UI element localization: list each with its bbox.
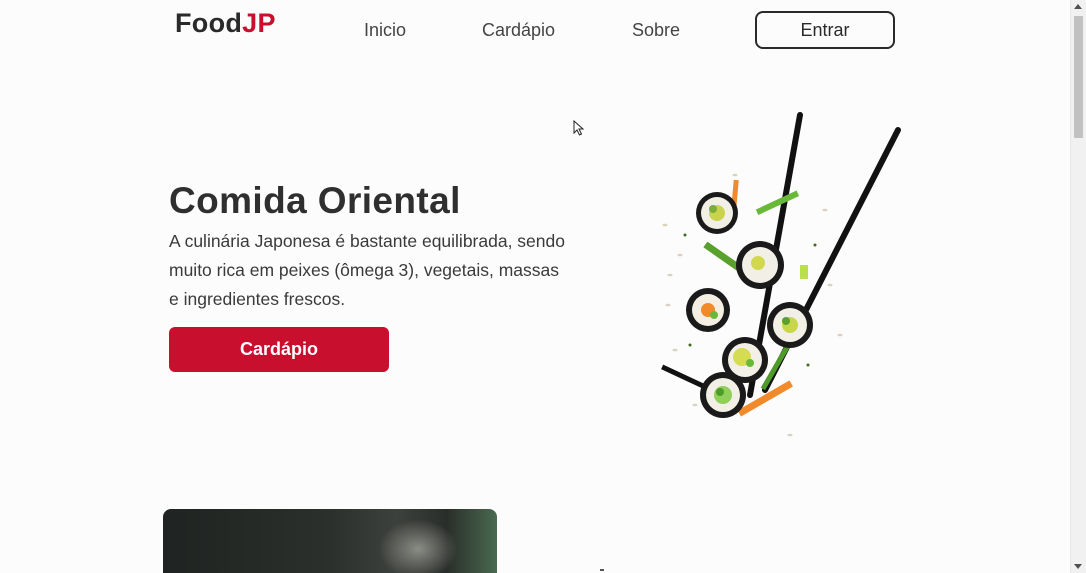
scroll-down-arrow-icon[interactable] <box>1074 564 1082 569</box>
logo[interactable]: FoodJP <box>175 8 276 39</box>
logo-main: Food <box>175 8 243 38</box>
about-photo <box>163 509 497 573</box>
hero-title: Comida Oriental <box>169 180 461 221</box>
nav-link-sobre[interactable]: Sobre <box>632 20 680 41</box>
logo-accent: JP <box>242 8 276 38</box>
menu-cta-button[interactable]: Cardápio <box>169 327 389 372</box>
nav-link-inicio[interactable]: Inicio <box>364 20 406 41</box>
page: FoodJP Inicio Cardápio Sobre Entrar Comi… <box>0 0 1086 573</box>
scrollbar[interactable] <box>1070 0 1086 573</box>
nav-link-cardapio[interactable]: Cardápio <box>482 20 555 41</box>
mouse-cursor-icon <box>573 120 585 136</box>
scrollbar-thumb[interactable] <box>1074 16 1083 138</box>
divider <box>600 569 604 571</box>
hero-description: A culinária Japonesa é bastante equilibr… <box>169 231 565 309</box>
scroll-up-arrow-icon[interactable] <box>1074 4 1082 9</box>
login-button[interactable]: Entrar <box>755 11 895 49</box>
sushi-image <box>661 112 901 437</box>
